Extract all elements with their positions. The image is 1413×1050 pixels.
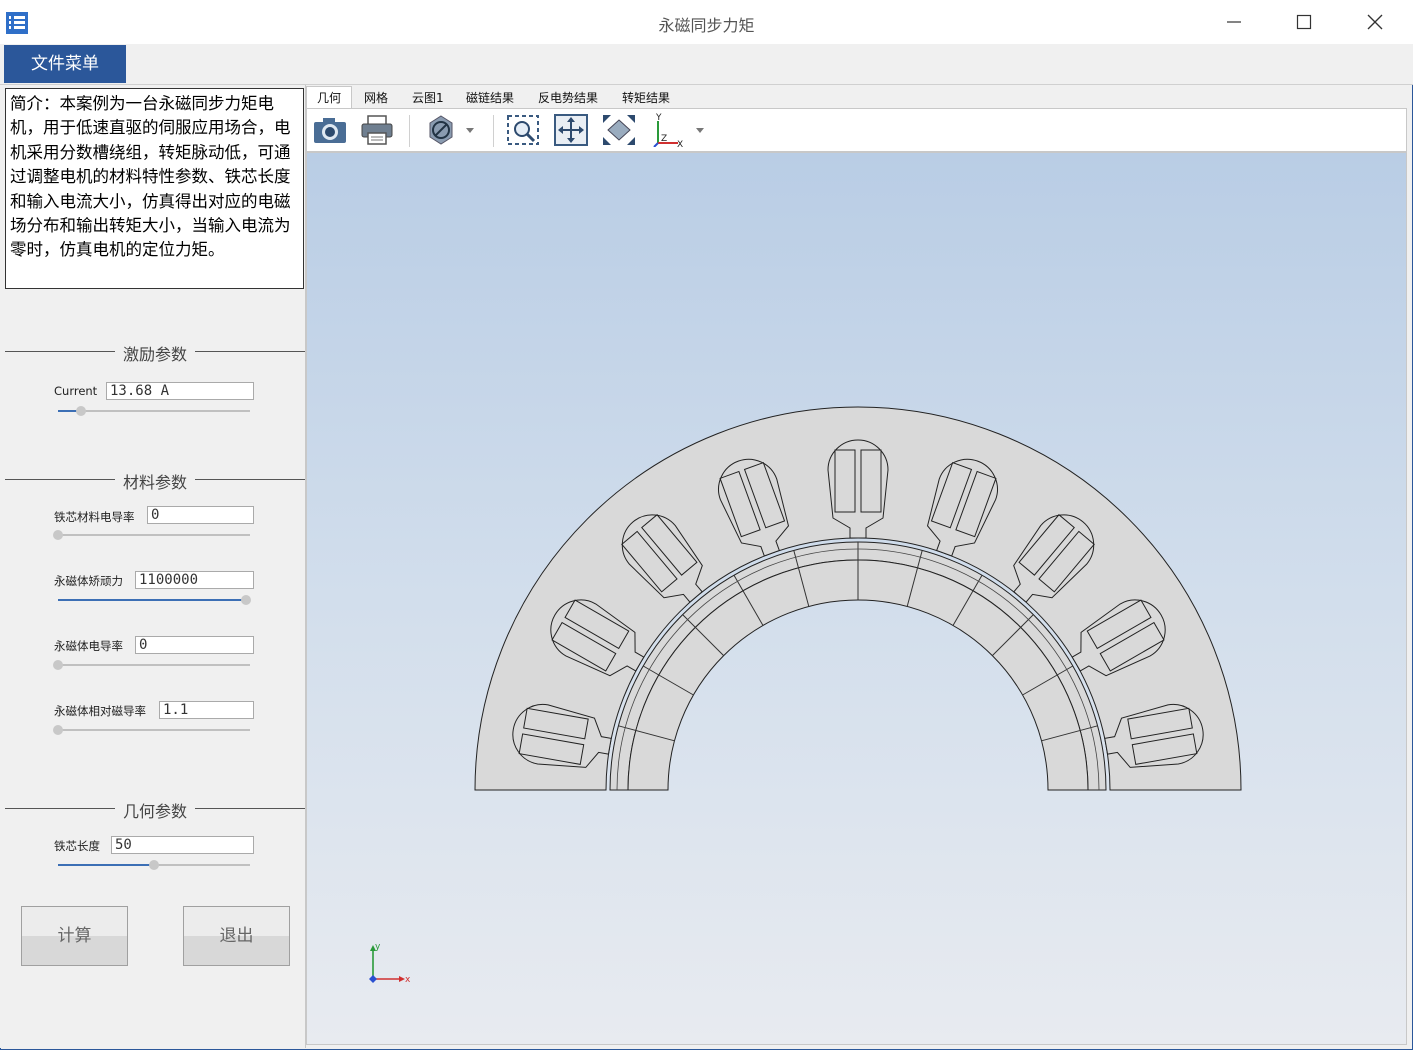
menu-bar: 文件菜单 [0, 44, 1413, 85]
tab-contour[interactable]: 云图1 [412, 89, 444, 106]
magnet-conductivity-label: 永磁体电导率 [54, 639, 123, 653]
y-axis-label: y [375, 942, 381, 952]
section-title: 几何参数 [114, 802, 195, 821]
fit-view-icon[interactable] [553, 113, 589, 147]
svg-text:Y: Y [655, 113, 662, 123]
print-icon[interactable] [359, 113, 395, 147]
core-conductivity-slider[interactable] [53, 529, 250, 541]
current-slider[interactable] [58, 405, 250, 417]
view-tabs: 几何 网格 云图1 磁链结果 反电势结果 转矩结果 [306, 86, 1410, 109]
motor-geometry [474, 406, 1242, 791]
current-input[interactable]: 13.68 A [106, 382, 254, 400]
slider-thumb[interactable] [149, 860, 159, 870]
magnet-coercivity-slider[interactable] [58, 594, 252, 606]
minimize-button[interactable] [1214, 8, 1254, 36]
svg-text:Z: Z [661, 134, 667, 144]
tab-mesh[interactable]: 网格 [364, 89, 388, 106]
section-geometry: 几何参数 [5, 798, 305, 821]
slider-thumb[interactable] [53, 725, 63, 735]
tab-back-emf[interactable]: 反电势结果 [538, 89, 598, 106]
magnet-permeability-input[interactable]: 1.1 [159, 701, 254, 719]
x-axis-label: x [405, 975, 411, 985]
zoom-box-icon[interactable] [505, 113, 541, 147]
toolbar-separator [493, 115, 494, 147]
magnet-coercivity-label: 永磁体矫顽力 [54, 574, 123, 588]
core-conductivity-label: 铁芯材料电导率 [54, 510, 135, 524]
render-mode-icon[interactable] [421, 113, 477, 147]
slider-thumb[interactable] [76, 406, 87, 416]
compute-button[interactable]: 计算 [21, 906, 128, 966]
exit-button[interactable]: 退出 [183, 906, 290, 966]
maximize-button[interactable] [1284, 8, 1324, 36]
svg-text:X: X [677, 140, 683, 147]
graphics-viewport[interactable]: y x [306, 152, 1407, 1045]
magnet-conductivity-input[interactable]: 0 [135, 636, 254, 654]
magnet-coercivity-input[interactable]: 1100000 [135, 571, 254, 589]
slider-thumb[interactable] [241, 595, 252, 605]
close-button[interactable] [1355, 8, 1395, 36]
magnet-conductivity-slider[interactable] [53, 659, 250, 671]
current-label: Current [54, 384, 98, 398]
intro-text: 简介：本案例为一台永磁同步力矩电机，用于低速直驱的伺服应用场合，电机采用分数槽绕… [5, 88, 304, 289]
section-material: 材料参数 [5, 469, 305, 492]
camera-icon[interactable] [312, 113, 348, 147]
magnet-permeability-slider[interactable] [53, 724, 250, 736]
slider-thumb[interactable] [53, 530, 63, 540]
core-length-slider[interactable] [58, 859, 250, 871]
core-length-label: 铁芯长度 [54, 839, 100, 853]
title-bar: 永磁同步力矩 [0, 0, 1413, 44]
core-length-input[interactable]: 50 [111, 836, 254, 854]
section-title: 材料参数 [114, 473, 195, 492]
zoom-all-icon[interactable] [601, 113, 637, 147]
slider-thumb[interactable] [53, 660, 63, 670]
view-toolbar: Y Z X [306, 108, 1407, 152]
file-menu-button[interactable]: 文件菜单 [4, 45, 126, 83]
tab-flux-linkage[interactable]: 磁链结果 [466, 89, 514, 106]
toolbar-separator [409, 115, 410, 147]
tab-geometry[interactable]: 几何 [306, 86, 353, 109]
core-conductivity-input[interactable]: 0 [147, 506, 254, 524]
section-excitation: 激励参数 [5, 341, 305, 364]
tab-torque[interactable]: 转矩结果 [622, 89, 670, 106]
window-title: 永磁同步力矩 [658, 16, 755, 35]
parameter-panel: 简介：本案例为一台永磁同步力矩电机，用于低速直驱的伺服应用场合，电机采用分数槽绕… [0, 85, 306, 1048]
axis-triad: y x [369, 942, 411, 985]
axis-view-icon[interactable]: Y Z X [650, 113, 710, 150]
magnet-permeability-label: 永磁体相对磁导率 [54, 704, 146, 718]
section-title: 激励参数 [114, 345, 195, 364]
